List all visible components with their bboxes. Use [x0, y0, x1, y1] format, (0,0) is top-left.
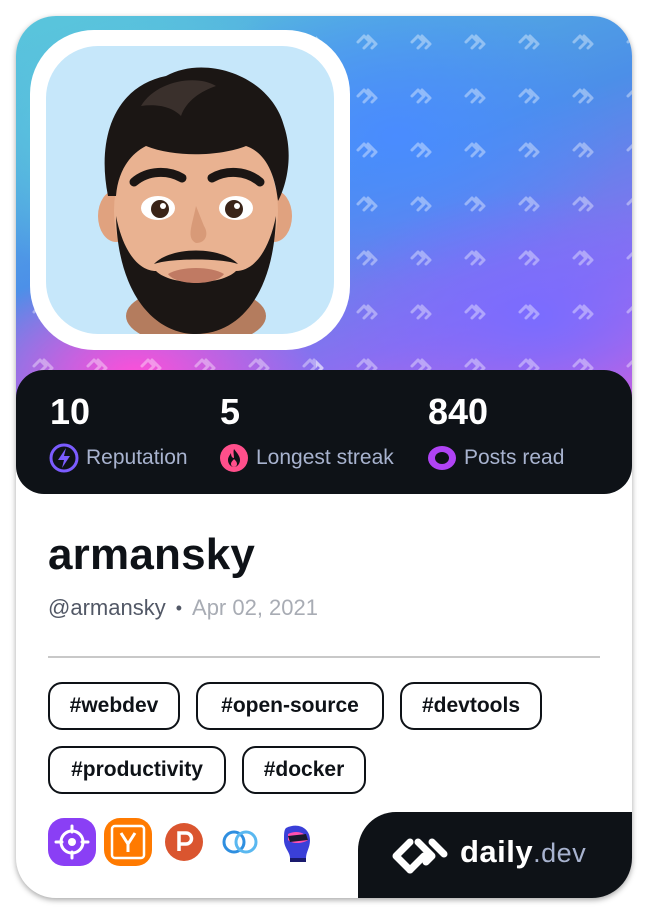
brand-name: daily.dev [460, 834, 586, 870]
stat-value: 5 [220, 391, 241, 432]
stat-value: 840 [428, 391, 489, 432]
linked-rings-source-icon[interactable] [216, 818, 264, 866]
daily-dev-brand[interactable]: daily.dev [358, 812, 632, 898]
stat-label: Longest streak [256, 446, 394, 469]
stat-posts-read: 840 Posts read [426, 392, 564, 474]
crosshair-source-icon[interactable] [48, 818, 96, 866]
tag-open-source[interactable]: #open-source [196, 682, 384, 730]
eye-ring-icon [428, 446, 456, 470]
ycombinator-source-icon[interactable] [104, 818, 152, 866]
lightning-icon [49, 443, 79, 473]
avatar-frame [30, 30, 350, 350]
brand-suffix: .dev [533, 838, 587, 868]
stat-reputation: 10 Reputation [48, 392, 188, 474]
tag-webdev[interactable]: #webdev [48, 682, 180, 730]
cover-banner [16, 16, 632, 416]
stats-bar: 10 Reputation 5 Longest streak 840 Posts… [16, 370, 632, 494]
profile-name: armansky [48, 530, 256, 579]
tag-devtools[interactable]: #devtools [400, 682, 542, 730]
avatar[interactable] [46, 46, 334, 334]
devcard: 10 Reputation 5 Longest streak 840 Posts… [16, 16, 632, 898]
daily-dev-logo-icon [392, 838, 448, 874]
profile-handle[interactable]: @armansky [48, 595, 166, 621]
memoji-avatar-icon [98, 67, 292, 334]
stat-label: Posts read [464, 446, 565, 469]
tag-productivity[interactable]: #productivity [48, 746, 226, 794]
brand-daily: daily [460, 834, 534, 869]
stat-value: 10 [50, 391, 91, 432]
divider [48, 656, 600, 658]
stat-label: Reputation [86, 446, 188, 469]
vr-head-source-icon[interactable] [272, 818, 320, 866]
joined-date: Apr 02, 2021 [192, 595, 318, 620]
profile-meta: @armansky • Apr 02, 2021 [48, 595, 318, 621]
tag-docker[interactable]: #docker [242, 746, 366, 794]
meta-separator: • [175, 597, 183, 618]
flame-icon [220, 444, 248, 472]
stat-longest-streak: 5 Longest streak [218, 392, 394, 474]
producthunt-source-icon[interactable] [160, 818, 208, 866]
